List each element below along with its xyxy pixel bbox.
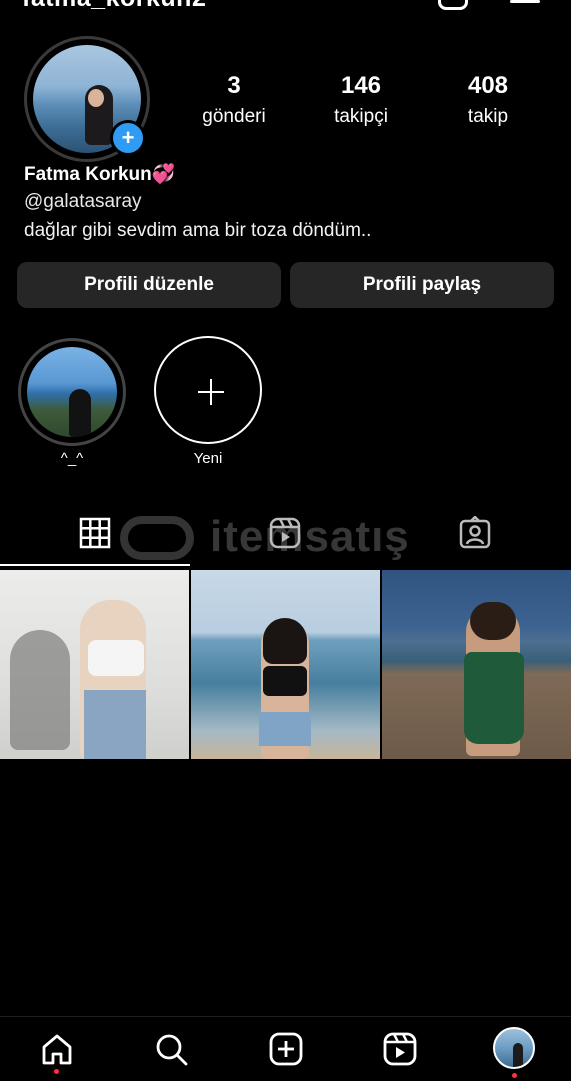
stat-following-count: 408 [467, 72, 509, 99]
post-thumbnail[interactable] [191, 570, 380, 759]
add-story-plus-icon[interactable]: + [110, 120, 146, 156]
stat-followers-label: takipçi [334, 106, 388, 127]
display-name: Fatma Korkun💞 [24, 164, 176, 185]
highlight-label: ^_^ [60, 450, 84, 467]
reels-icon[interactable] [382, 1031, 418, 1067]
post-thumbnail[interactable] [0, 570, 189, 759]
stat-followers[interactable]: 146 takipçi [301, 72, 421, 134]
profile-username[interactable]: fatma_korkun2 [22, 0, 206, 13]
home-icon[interactable] [39, 1031, 75, 1067]
stat-followers-count: 146 [340, 72, 382, 99]
stat-following-label: takip [467, 106, 509, 127]
stat-posts-count: 3 [227, 72, 241, 99]
highlight-item[interactable] [18, 338, 126, 446]
add-content-icon[interactable] [438, 0, 468, 10]
active-tab-indicator [0, 564, 190, 566]
create-icon[interactable] [268, 1031, 304, 1067]
tagged-icon[interactable] [458, 516, 492, 550]
notification-dot [54, 1069, 59, 1074]
top-bar: fatma_korkun2 [0, 0, 571, 14]
profile-handle[interactable]: @galatasaray [24, 191, 142, 213]
profile-bio: dağlar gibi sevdim ama bir toza döndüm.. [24, 220, 372, 241]
highlight-cover [27, 347, 117, 437]
profile-avatar-nav[interactable] [493, 1027, 535, 1069]
notification-dot [512, 1073, 517, 1078]
post-thumbnail[interactable] [382, 570, 571, 759]
stat-posts-label: gönderi [202, 106, 266, 127]
watermark-logo [120, 516, 194, 560]
new-highlight-label: Yeni [193, 450, 223, 467]
edit-profile-button[interactable]: Profili düzenle [17, 262, 281, 308]
stat-posts[interactable]: 3 gönderi [174, 72, 294, 134]
new-highlight-button[interactable] [154, 336, 262, 444]
share-profile-button[interactable]: Profili paylaş [290, 262, 554, 308]
search-icon[interactable] [153, 1031, 189, 1067]
menu-icon[interactable] [510, 0, 540, 3]
grid-icon[interactable] [78, 516, 112, 550]
reels-tab-icon[interactable] [268, 516, 302, 550]
bottom-navigation [0, 1016, 571, 1081]
stat-following[interactable]: 408 takip [428, 72, 548, 134]
watermark-text: itemsatış [210, 512, 410, 561]
